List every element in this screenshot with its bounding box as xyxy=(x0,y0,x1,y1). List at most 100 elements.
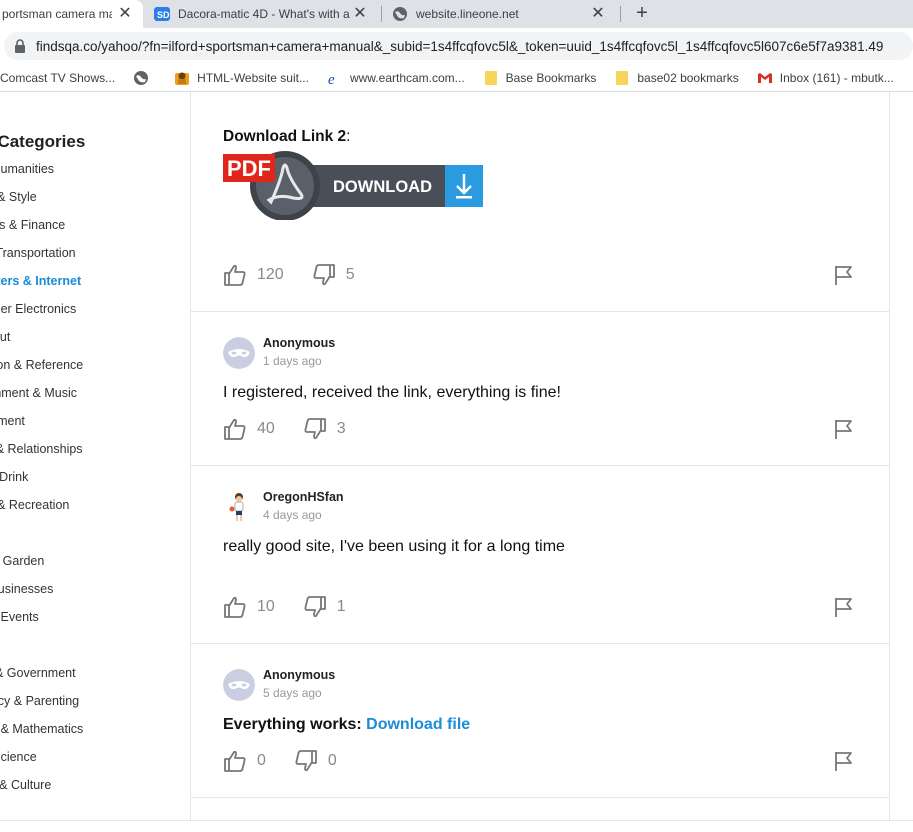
thumbs-up-icon[interactable] xyxy=(223,595,247,619)
thumbs-down-icon[interactable] xyxy=(303,417,327,441)
bookmark-html-website[interactable]: HTML-Website suit... xyxy=(174,70,309,86)
download-link-colon: : xyxy=(346,128,351,145)
dislike-count: 0 xyxy=(327,752,337,769)
category-item[interactable]: me & Garden xyxy=(0,554,83,582)
bookmark-globe[interactable] xyxy=(133,70,156,86)
category-item[interactable]: alth xyxy=(0,526,83,554)
globe-icon xyxy=(134,70,149,85)
download-card: Download Link 2: PDF DOWNLOAD 120 5 xyxy=(191,92,889,312)
bookmark-label: Base Bookmarks xyxy=(505,70,597,85)
thumbs-down-icon[interactable] xyxy=(294,749,318,773)
comment-text: really good site, I've been using it for… xyxy=(223,538,565,555)
category-item[interactable]: ence & Mathematics xyxy=(0,722,83,750)
earthcam-icon: e xyxy=(328,72,335,86)
svg-text:SD: SD xyxy=(157,10,170,20)
category-item[interactable]: siness & Finance xyxy=(0,218,83,246)
comment-author[interactable]: OregonHSfan xyxy=(263,490,344,504)
bookmark-comcast[interactable]: Comcast TV Shows... xyxy=(0,71,115,85)
tab-separator xyxy=(620,6,621,22)
bookmark-base02[interactable]: base02 bookmarks xyxy=(614,70,739,86)
bookmark-label: Comcast TV Shows... xyxy=(0,70,116,85)
bookmark-earthcam[interactable]: e www.earthcam.com... xyxy=(327,70,465,86)
globe-icon xyxy=(393,7,407,21)
category-item[interactable]: ing Out xyxy=(0,330,83,358)
close-tab-icon[interactable]: ✕ xyxy=(590,5,606,23)
category-item[interactable]: gnancy & Parenting xyxy=(0,694,83,722)
comment-text-lead: Everything works: xyxy=(223,716,367,733)
address-bar[interactable]: findsqa.co/yahoo/?fn=ilford+sportsman+ca… xyxy=(4,32,913,60)
category-item[interactable]: ciety & Culture xyxy=(0,778,83,806)
category-item[interactable]: cial Science xyxy=(0,750,83,778)
new-tab-button[interactable]: + xyxy=(632,2,652,25)
lock-icon[interactable] xyxy=(14,39,26,53)
close-tab-icon[interactable]: ✕ xyxy=(117,5,133,23)
like-count: 0 xyxy=(257,752,266,769)
category-item[interactable]: mily & Relationships xyxy=(0,442,83,470)
answers-panel: Download Link 2: PDF DOWNLOAD 120 5 Anon… xyxy=(190,92,890,832)
browser-toolbar: findsqa.co/yahoo/?fn=ilford+sportsman+ca… xyxy=(0,28,913,64)
category-item[interactable]: ucation & Reference xyxy=(0,358,83,386)
category-item[interactable]: mes & Recreation xyxy=(0,498,83,526)
vote-actions: 40 3 xyxy=(223,416,374,442)
like-count: 40 xyxy=(257,420,275,437)
tab-title: Dacora-matic 4D - What's with a xyxy=(178,7,350,21)
tab-title: portsman camera ma xyxy=(2,7,112,21)
thumbs-down-icon[interactable] xyxy=(312,263,336,287)
like-count: 10 xyxy=(257,598,275,615)
sd-icon: SD xyxy=(154,7,170,21)
person-icon xyxy=(229,493,244,521)
comment-author[interactable]: Anonymous xyxy=(263,668,335,682)
category-item[interactable]: auty & Style xyxy=(0,190,83,218)
tab-dacora-matic[interactable]: SD Dacora-matic 4D - What's with a ✕ xyxy=(148,0,378,28)
url-text[interactable]: findsqa.co/yahoo/?fn=ilford+sportsman+ca… xyxy=(36,39,883,54)
close-tab-icon[interactable]: ✕ xyxy=(352,5,368,23)
thumbs-up-icon[interactable] xyxy=(223,749,247,773)
bookmark-base[interactable]: Base Bookmarks xyxy=(483,70,597,86)
bookmark-label: HTML-Website suit... xyxy=(197,70,309,85)
dislike-count: 3 xyxy=(336,420,346,437)
download-label: DOWNLOAD xyxy=(333,178,432,196)
vote-actions: 0 0 xyxy=(223,748,365,774)
thumbs-down-icon[interactable] xyxy=(303,595,327,619)
tab-title: website.lineone.net xyxy=(416,7,519,21)
category-item[interactable]: ws & Events xyxy=(0,610,83,638)
categories-sidebar: l Categories s & Humanitiesauty & Styles… xyxy=(0,92,190,832)
category-item[interactable]: s & Humanities xyxy=(0,162,83,190)
comment-card: Anonymous 1 days ago I registered, recei… xyxy=(191,312,889,466)
comment-text: I registered, received the link, everyth… xyxy=(223,384,561,401)
report-flag-icon[interactable] xyxy=(833,750,855,772)
bookmarks-bar: Comcast TV Shows... HTML-Website suit...… xyxy=(0,64,913,92)
report-flag-icon[interactable] xyxy=(833,596,855,618)
tab-separator xyxy=(381,6,382,22)
category-list: s & Humanitiesauty & Stylesiness & Finan… xyxy=(0,162,83,832)
folder-icon xyxy=(484,70,497,85)
category-item[interactable]: ertainment & Music xyxy=(0,386,83,414)
pdf-download-button[interactable]: PDF DOWNLOAD xyxy=(223,150,483,220)
thumbs-up-icon[interactable] xyxy=(223,417,247,441)
category-item[interactable]: nsumer Electronics xyxy=(0,302,83,330)
download-link-label: Download Link 2: xyxy=(223,128,350,146)
bookmark-label: Inbox (161) - mbutk... xyxy=(779,70,894,85)
comment-text: Everything works: Download file xyxy=(223,716,470,734)
download-file-link[interactable]: Download file xyxy=(366,716,470,733)
report-flag-icon[interactable] xyxy=(833,418,855,440)
category-item[interactable]: od & Drink xyxy=(0,470,83,498)
category-item[interactable]: s xyxy=(0,638,83,666)
category-item[interactable]: itics & Government xyxy=(0,666,83,694)
report-flag-icon[interactable] xyxy=(833,264,855,286)
thumbs-up-icon[interactable] xyxy=(223,263,247,287)
tab-lineone[interactable]: website.lineone.net ✕ xyxy=(384,0,616,28)
svg-text:e: e xyxy=(328,72,335,86)
pdf-label: PDF xyxy=(227,156,271,181)
vote-actions: 120 5 xyxy=(223,262,383,288)
tab-ilford-sportsman[interactable]: portsman camera ma ✕ xyxy=(0,0,143,28)
category-item[interactable]: vironment xyxy=(0,414,83,442)
category-item[interactable]: mputers & Internet xyxy=(0,274,83,302)
comment-card: OregonHSfan 4 days ago really good site,… xyxy=(191,466,889,644)
bookmark-gmail[interactable]: Inbox (161) - mbutk... xyxy=(757,70,894,86)
gmail-icon xyxy=(757,72,772,83)
dislike-count: 1 xyxy=(336,598,346,615)
comment-author[interactable]: Anonymous xyxy=(263,336,335,350)
category-item[interactable]: cal Businesses xyxy=(0,582,83,610)
category-item[interactable]: rs & Transportation xyxy=(0,246,83,274)
